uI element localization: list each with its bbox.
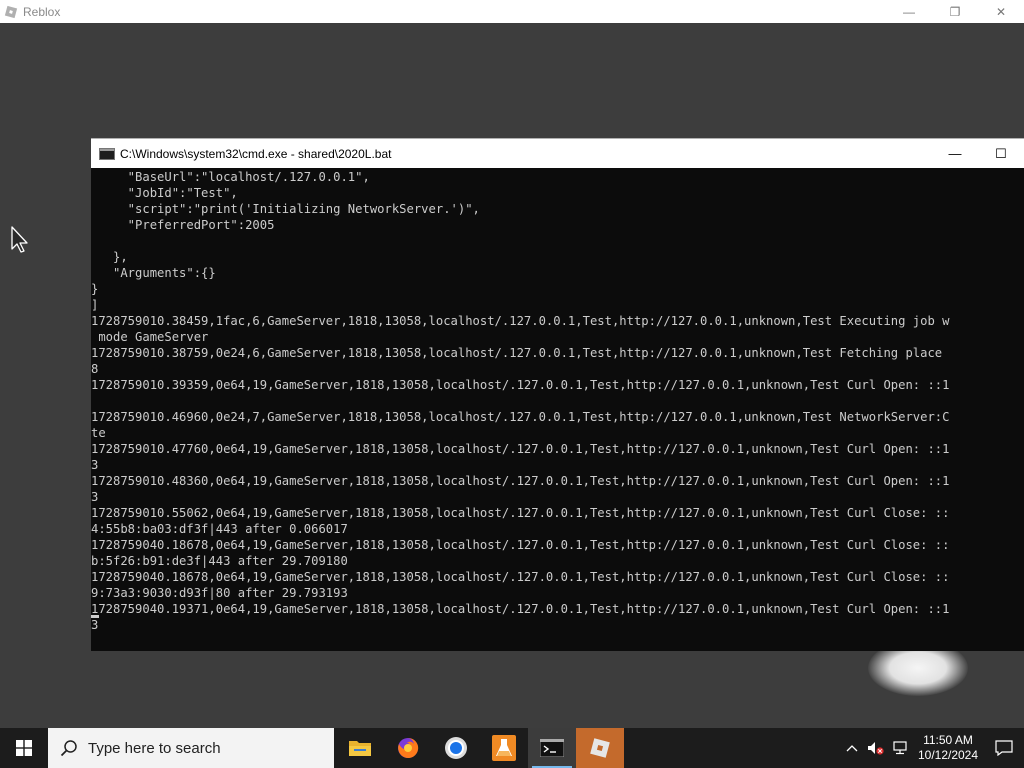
- roblox-titlebar: Reblox — ❐ ✕: [0, 0, 1024, 23]
- console-line: 1728759010.46960,0e24,7,GameServer,1818,…: [91, 410, 950, 424]
- cmd-window-controls: — ☐: [932, 139, 1024, 168]
- console-line: 1728759040.18678,0e64,19,GameServer,1818…: [91, 570, 950, 584]
- taskbar: Type here to search 11:50 AM 10/12/2024: [0, 728, 1024, 768]
- console-line: b:5f26:b91:de3f|443 after 29.709180: [91, 554, 348, 568]
- console-line: 1728759010.48360,0e64,19,GameServer,1818…: [91, 474, 950, 488]
- tray-chevron-up-icon[interactable]: [840, 728, 864, 768]
- taskbar-search-box[interactable]: Type here to search: [48, 728, 334, 768]
- taskbar-firefox[interactable]: [384, 728, 432, 768]
- cmd-window-icon: [99, 147, 115, 160]
- console-line: 4:55b8:ba03:df3f|443 after 0.066017: [91, 522, 348, 536]
- system-tray: 11:50 AM 10/12/2024: [840, 728, 1024, 768]
- roblox-close-button[interactable]: ✕: [978, 0, 1024, 23]
- file-explorer-icon: [349, 741, 371, 756]
- cmd-minimize-button[interactable]: —: [932, 139, 978, 168]
- cmd-window-title: C:\Windows\system32\cmd.exe - shared\202…: [120, 146, 392, 161]
- console-line: },: [91, 250, 128, 264]
- taskbar-clock[interactable]: 11:50 AM 10/12/2024: [912, 733, 984, 763]
- cmd-window: C:\Windows\system32\cmd.exe - shared\202…: [91, 138, 1024, 651]
- console-line: "Arguments":{}: [91, 266, 216, 280]
- cmd-maximize-button[interactable]: ☐: [978, 139, 1024, 168]
- network-icon[interactable]: [888, 728, 912, 768]
- roblox-window-controls: — ❐ ✕: [886, 0, 1024, 23]
- firefox-icon: [398, 737, 419, 758]
- volume-muted-icon[interactable]: [864, 728, 888, 768]
- console-line: 1728759010.38459,1fac,6,GameServer,1818,…: [91, 314, 950, 328]
- action-center-button[interactable]: [984, 728, 1024, 768]
- console-line: 1728759010.55062,0e64,19,GameServer,1818…: [91, 506, 950, 520]
- console-output[interactable]: "BaseUrl":"localhost/.127.0.0.1", "JobId…: [91, 169, 1024, 649]
- console-line: "BaseUrl":"localhost/.127.0.0.1",: [91, 170, 370, 184]
- taskbar-chrome[interactable]: [432, 728, 480, 768]
- console-caret: [91, 615, 99, 618]
- windows-logo-icon: [16, 740, 32, 756]
- console-line: }: [91, 282, 99, 296]
- console-line: 1728759010.39359,0e64,19,GameServer,1818…: [91, 378, 950, 392]
- console-line: 8: [91, 362, 99, 376]
- cmd-titlebar[interactable]: C:\Windows\system32\cmd.exe - shared\202…: [91, 139, 1024, 168]
- roblox-minimize-button[interactable]: —: [886, 0, 932, 23]
- clock-date: 10/12/2024: [917, 748, 979, 762]
- console-line: ]: [91, 298, 99, 312]
- console-line: "PreferredPort":2005: [91, 218, 275, 232]
- console-line: 1728759040.19371,0e64,19,GameServer,1818…: [91, 602, 950, 616]
- start-button[interactable]: [0, 728, 48, 768]
- console-line: 1728759040.18678,0e64,19,GameServer,1818…: [91, 538, 950, 552]
- taskbar-file-explorer[interactable]: [336, 728, 384, 768]
- lab-flask-icon: [492, 735, 516, 761]
- chrome-icon: [445, 737, 467, 759]
- console-line: te: [91, 426, 106, 440]
- console-line: 1728759010.47760,0e64,19,GameServer,1818…: [91, 442, 950, 456]
- roblox-icon: [590, 738, 610, 758]
- roblox-restore-button[interactable]: ❐: [932, 0, 978, 23]
- mouse-cursor-icon: [11, 226, 28, 253]
- console-line: 3: [91, 618, 99, 632]
- console-line: "script":"print('Initializing NetworkSer…: [91, 202, 480, 216]
- taskbar-roblox[interactable]: [576, 728, 624, 768]
- console-line: "JobId":"Test",: [91, 186, 238, 200]
- console-line: mode GameServer: [91, 330, 209, 344]
- roblox-window-icon: [4, 5, 18, 18]
- console-line: 9:73a3:9030:d93f|80 after 29.793193: [91, 586, 348, 600]
- search-placeholder: Type here to search: [88, 739, 221, 757]
- cmd-icon: [540, 739, 564, 757]
- roblox-window-title: Reblox: [23, 4, 61, 19]
- taskbar-cmd[interactable]: [528, 728, 576, 768]
- console-line: 3: [91, 458, 99, 472]
- console-line: 1728759010.38759,0e24,6,GameServer,1818,…: [91, 346, 943, 360]
- search-icon: [60, 740, 77, 757]
- console-line: 3: [91, 490, 99, 504]
- taskbar-lab-app[interactable]: [480, 728, 528, 768]
- notification-icon: [995, 740, 1013, 756]
- clock-time: 11:50 AM: [923, 733, 973, 747]
